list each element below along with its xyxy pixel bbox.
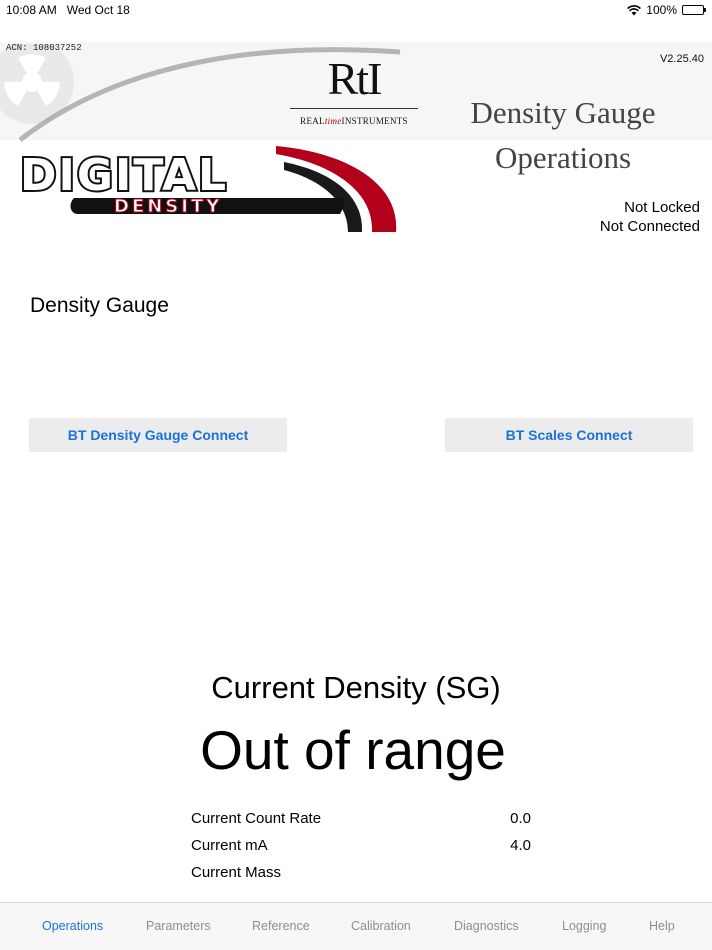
rti-logo-rule [290, 108, 418, 109]
metric-label: Current Count Rate [191, 810, 322, 827]
density-gauge-label: Density Gauge [30, 294, 169, 317]
wifi-icon [627, 4, 642, 15]
tab-diagnostics[interactable]: Diagnostics [454, 919, 519, 933]
metrics-list: Current Count Rate 0.0 Current mA 4.0 Cu… [191, 810, 531, 891]
acn-label: ACN: 108037252 [6, 43, 82, 53]
page-title-line2: Operations [494, 140, 632, 175]
status-time: 10:08 AM Wed Oct 18 [6, 3, 130, 17]
metric-label: Current Mass [191, 864, 282, 881]
tab-parameters[interactable]: Parameters [146, 919, 211, 933]
metric-row-ma: Current mA 4.0 [191, 837, 531, 864]
status-date: Wed Oct 18 [66, 3, 130, 17]
lock-status-text: Not Locked [624, 199, 700, 216]
page-title: Density Gauge Operations [440, 90, 686, 180]
rti-text-instruments: INSTRUMENTS [341, 116, 408, 126]
logo-digital-text: DIGITAL [20, 150, 228, 201]
bt-scales-connect-button[interactable]: BT Scales Connect [445, 418, 693, 452]
battery-percent: 100% [646, 3, 677, 17]
logo-density-text: DENSITY [114, 196, 222, 217]
version-label: V2.25.40 [659, 53, 704, 65]
metric-row-count-rate: Current Count Rate 0.0 [191, 810, 531, 837]
metric-value: 0.0 [510, 810, 531, 827]
battery-icon [682, 5, 706, 15]
status-bar: 10:08 AM Wed Oct 18 100% [0, 0, 712, 22]
rti-logo-text: REALtimeINSTRUMENTS [290, 116, 418, 126]
digital-density-logo: DIGITAL DENSITY [18, 146, 397, 232]
status-right: 100% [627, 3, 706, 17]
metric-row-mass: Current Mass [191, 864, 531, 891]
tab-help[interactable]: Help [649, 919, 675, 933]
tab-reference[interactable]: Reference [252, 919, 310, 933]
tab-logging[interactable]: Logging [562, 919, 607, 933]
status-clock: 10:08 AM [6, 3, 57, 17]
page-title-line1: Density Gauge [470, 95, 656, 130]
tab-bar: Operations Parameters Reference Calibrat… [0, 902, 712, 950]
tab-calibration[interactable]: Calibration [351, 919, 411, 933]
bt-density-gauge-connect-button[interactable]: BT Density Gauge Connect [29, 418, 287, 452]
connection-status: Not Locked Not Connected [600, 198, 700, 236]
metric-label: Current mA [191, 837, 268, 854]
metric-value: 4.0 [510, 837, 531, 854]
rti-text-real: REAL [300, 116, 325, 126]
rti-text-time: time [324, 116, 342, 126]
rti-logo-mark: RtI [327, 53, 383, 104]
current-density-title: Current Density (SG) [211, 670, 501, 705]
rti-logo: RtI REALtimeINSTRUMENTS [290, 50, 418, 132]
tab-operations[interactable]: Operations [42, 919, 103, 933]
current-density-value: Out of range [200, 719, 506, 781]
connection-status-text: Not Connected [599, 218, 700, 235]
